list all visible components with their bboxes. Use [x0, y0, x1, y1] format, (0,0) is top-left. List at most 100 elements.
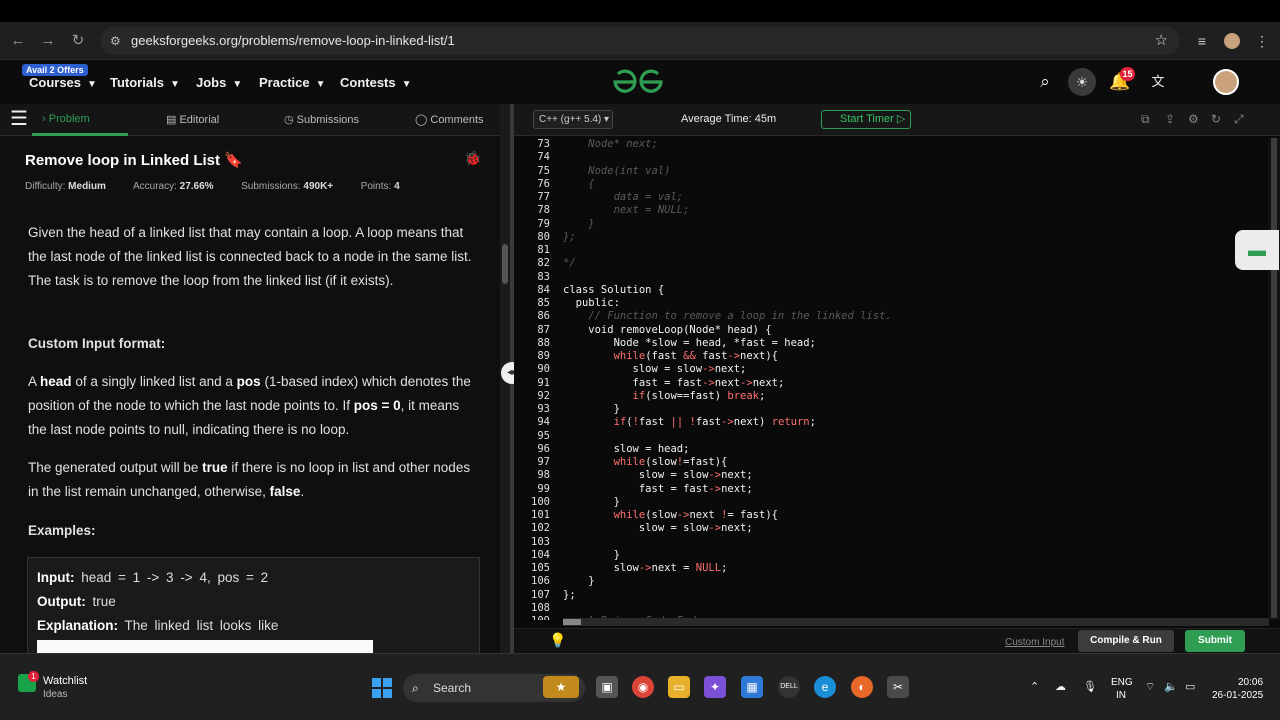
fullscreen-icon[interactable]: ⤢	[1234, 112, 1244, 127]
code-line[interactable]: 89 while(fast && fast->next){	[514, 350, 1266, 363]
submit-button[interactable]: Submit	[1185, 630, 1245, 652]
task-view-icon[interactable]: ▣	[596, 676, 618, 698]
line-number: 79	[537, 217, 550, 230]
bug-report-icon[interactable]: 🐞	[464, 150, 481, 167]
code-line[interactable]: 78 next = NULL;	[514, 204, 1266, 217]
code-area[interactable]: 73 Node* next; 74 75 Node(int val) 76 {77 d…	[514, 138, 1266, 620]
code-line[interactable]: 76 {	[514, 178, 1266, 191]
clock-time[interactable]: 20:06	[1238, 677, 1263, 688]
bookmark-icon[interactable]: 🔖	[224, 152, 243, 169]
battery-icon[interactable]: ▭	[1185, 680, 1195, 693]
code-line[interactable]: 98 slow = slow->next;	[514, 469, 1266, 482]
nav-jobs[interactable]: Jobs ▼	[196, 75, 242, 90]
forward-icon[interactable]: →	[38, 31, 58, 51]
edge-icon[interactable]: e	[814, 676, 836, 698]
hamburger-icon[interactable]: ☰	[10, 109, 30, 129]
volume-icon[interactable]: 🔈	[1164, 680, 1178, 693]
code-line[interactable]: 96 slow = head;	[514, 443, 1266, 456]
code-line[interactable]: 87 void removeLoop(Node* head) {	[514, 324, 1266, 337]
editor-scrollbar[interactable]	[1268, 138, 1280, 620]
tab-editorial[interactable]: ▤ Editorial	[166, 113, 219, 126]
code-line[interactable]: 100 }	[514, 496, 1266, 509]
editor-horizontal-scrollbar[interactable]	[563, 618, 1269, 626]
code-line[interactable]: 86 // Function to remove a loop in the l…	[514, 310, 1266, 323]
code-line[interactable]: 107};	[514, 589, 1266, 602]
firefox-icon[interactable]: ◐	[851, 676, 873, 698]
translate-icon[interactable]: 文	[1146, 70, 1170, 94]
theme-toggle-icon[interactable]: ☀	[1068, 68, 1096, 96]
bookmark-star-icon[interactable]: ☆	[1155, 27, 1168, 55]
line-number: 77	[537, 191, 550, 203]
microphone-icon[interactable]: 🎙	[1083, 680, 1097, 693]
chevron-up-icon[interactable]: ⌃	[1030, 680, 1039, 693]
tab-comments[interactable]: ◯ Comments	[415, 113, 484, 126]
start-timer-button[interactable]: Start Timer ▷	[821, 110, 911, 129]
code-line[interactable]: 91 fast = fast->next->next;	[514, 377, 1266, 390]
store-icon[interactable]: ▦	[741, 676, 763, 698]
dell-icon[interactable]: DELL	[778, 676, 800, 698]
code-line[interactable]: 95	[514, 430, 1266, 443]
watchlist-label[interactable]: Watchlist	[43, 675, 87, 687]
code-line[interactable]: 85 public:	[514, 297, 1266, 310]
language-select[interactable]: C++ (g++ 5.4) ▾	[533, 110, 613, 129]
language-indicator[interactable]: ENG	[1111, 677, 1133, 688]
code-line[interactable]: 103	[514, 536, 1266, 549]
chat-icon[interactable]: ▬	[1235, 230, 1279, 270]
code-line[interactable]: 102 slow = slow->next;	[514, 522, 1266, 535]
address-bar[interactable]: ⚙ geeksforgeeks.org/problems/remove-loop…	[100, 27, 1180, 55]
code-line[interactable]: 92 if(slow==fast) break;	[514, 390, 1266, 403]
code-line[interactable]: 108	[514, 602, 1266, 615]
code-line[interactable]: 93 }	[514, 403, 1266, 416]
code-line[interactable]: 94 if(!fast || !fast->next) return;	[514, 416, 1266, 429]
lightbulb-icon[interactable]: 💡	[549, 632, 566, 649]
code-line[interactable]: 79 }	[514, 218, 1266, 231]
reload-icon[interactable]: ↻	[68, 31, 88, 51]
nav-courses[interactable]: Courses ▼	[29, 75, 97, 90]
code-line[interactable]: 74	[514, 151, 1266, 164]
code-line[interactable]: 84 class Solution {	[514, 284, 1266, 297]
avatar[interactable]	[1213, 69, 1239, 95]
code-line[interactable]: 105 slow->next = NULL;	[514, 562, 1266, 575]
code-line[interactable]: 82 */	[514, 257, 1266, 270]
chrome-icon[interactable]: ◉	[632, 676, 654, 698]
code-line[interactable]: 83	[514, 271, 1266, 284]
cloud-icon[interactable]: ☁	[1055, 680, 1066, 693]
code-line[interactable]: 80};	[514, 231, 1266, 244]
code-line[interactable]: 97 while(slow!=fast){	[514, 456, 1266, 469]
compile-run-button[interactable]: Compile & Run	[1078, 630, 1174, 652]
code-line[interactable]: 81	[514, 244, 1266, 257]
code-line[interactable]: 75 Node(int val)	[514, 165, 1266, 178]
profile-avatar[interactable]	[1222, 31, 1242, 51]
nav-practice[interactable]: Practice ▼	[259, 75, 326, 90]
back-icon[interactable]: ←	[8, 31, 28, 51]
code-line[interactable]: 101 while(slow->next != fast){	[514, 509, 1266, 522]
snipping-tool-icon[interactable]: ✂	[887, 676, 909, 698]
upload-icon[interactable]: ⇪	[1165, 112, 1175, 126]
tab-problem[interactable]: › Problem	[42, 113, 90, 125]
code-line[interactable]: 90 slow = slow->next;	[514, 363, 1266, 376]
file-explorer-icon[interactable]: ▭	[668, 676, 690, 698]
custom-input-link[interactable]: Custom Input	[1005, 637, 1064, 648]
code-line[interactable]: 104 }	[514, 549, 1266, 562]
clock-date[interactable]: 26-01-2025	[1212, 690, 1263, 701]
settings-icon[interactable]: ⚙	[1188, 112, 1199, 126]
tab-submissions[interactable]: ◷ Submissions	[284, 113, 359, 126]
media-icon[interactable]: ≡	[1192, 31, 1212, 51]
code-line[interactable]: 73 Node* next;	[514, 138, 1266, 151]
wifi-icon[interactable]: ⌔	[1145, 680, 1155, 694]
code-line[interactable]: 99 fast = fast->next;	[514, 483, 1266, 496]
windows-start-icon[interactable]	[372, 678, 392, 698]
code-line[interactable]: 106 }	[514, 575, 1266, 588]
search-icon[interactable]: ⌕	[1033, 70, 1057, 94]
menu-icon[interactable]: ⋮	[1252, 31, 1272, 51]
nav-tutorials[interactable]: Tutorials ▼	[110, 75, 180, 90]
copy-icon[interactable]: ⧉	[1141, 112, 1150, 127]
copilot-icon[interactable]: ✦	[704, 676, 726, 698]
gfg-logo[interactable]	[612, 68, 664, 96]
widget-icon[interactable]: ★	[543, 676, 579, 698]
code-line[interactable]: 88 Node *slow = head, *fast = head;	[514, 337, 1266, 350]
code-line[interactable]: 77 data = val;	[514, 191, 1266, 204]
nav-contests[interactable]: Contests ▼	[340, 75, 412, 90]
site-info-icon[interactable]: ⚙	[110, 27, 121, 55]
reset-icon[interactable]: ↻	[1211, 112, 1221, 126]
